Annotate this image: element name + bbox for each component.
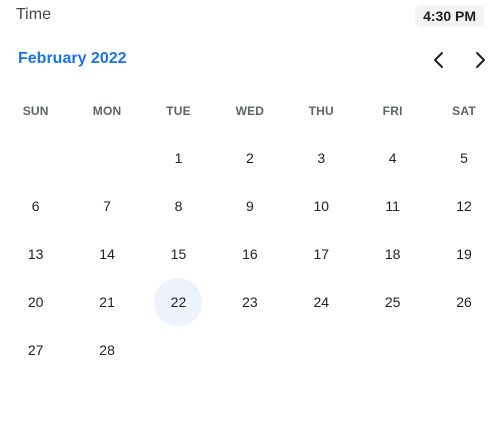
calendar-week-row: 6 7 8 9 10 11 12 (0, 182, 500, 230)
calendar-cell: 24 (286, 278, 357, 326)
calendar-week-row: 20 21 22 23 24 25 26 (0, 278, 500, 326)
calendar-cell: 22 (143, 278, 214, 326)
calendar-day[interactable]: 23 (226, 278, 274, 326)
weekday-label: MON (92, 104, 122, 118)
weekday-header-row: SUN MON TUE WED THU FRI SAT (0, 88, 500, 134)
calendar-day[interactable]: 27 (12, 326, 60, 374)
weekday-label: SAT (452, 104, 476, 118)
chevron-right-icon (476, 52, 485, 68)
calendar-cell (428, 326, 499, 374)
calendar-day[interactable]: 7 (83, 182, 131, 230)
calendar-cell (0, 134, 71, 182)
calendar-cell: 14 (71, 230, 142, 278)
calendar-cell: 1 (143, 134, 214, 182)
calendar-cell: 2 (214, 134, 285, 182)
calendar-day[interactable]: 25 (369, 278, 417, 326)
calendar-day[interactable]: 18 (369, 230, 417, 278)
calendar-day[interactable]: 8 (154, 182, 202, 230)
calendar-cell: 27 (0, 326, 71, 374)
calendar-day[interactable]: 6 (12, 182, 60, 230)
next-month-button[interactable] (466, 46, 494, 74)
calendar-day[interactable]: 4 (369, 134, 417, 182)
calendar-day[interactable]: 24 (297, 278, 345, 326)
calendar-day[interactable]: 14 (83, 230, 131, 278)
calendar-cell: 19 (428, 230, 499, 278)
calendar-day-highlighted[interactable]: 22 (154, 278, 203, 326)
chevron-left-icon (434, 52, 443, 68)
calendar-cell: 21 (71, 278, 142, 326)
calendar-cell: 6 (0, 182, 71, 230)
calendar-cell: 23 (214, 278, 285, 326)
calendar-week-row: 12345 (0, 134, 500, 182)
calendar-cell (286, 326, 357, 374)
calendar-cell: 4 (357, 134, 428, 182)
weekday-label: THU (308, 104, 334, 118)
calendar-cell: 8 (143, 182, 214, 230)
calendar-day[interactable]: 19 (440, 230, 488, 278)
weekday-label: WED (235, 104, 265, 118)
calendar-cell: 25 (357, 278, 428, 326)
calendar-week-row: 13 14 15 16 17 18 19 (0, 230, 500, 278)
calendar-cell: 11 (357, 182, 428, 230)
calendar-day[interactable]: 9 (226, 182, 274, 230)
weekday-label: SUN (22, 104, 49, 118)
calendar-cell: 16 (214, 230, 285, 278)
calendar-cell: 7 (71, 182, 142, 230)
calendar-weeks: 1 2 3 4 5 6 7 8 9 10 11 12 13 14 15 16 17 18 19 20 21 22 23 24 2… (0, 134, 500, 374)
calendar-day[interactable]: 28 (83, 326, 131, 374)
time-row: Time 4:30 PM (0, 0, 500, 32)
time-value-chip[interactable]: 4:30 PM (415, 5, 484, 27)
calendar-day[interactable]: 26 (440, 278, 488, 326)
calendar-day[interactable]: 12 (440, 182, 488, 230)
calendar-cell: 18 (357, 230, 428, 278)
month-title[interactable]: February 2022 (18, 50, 127, 68)
calendar-day[interactable]: 11 (369, 182, 417, 230)
calendar-cell: 12 (428, 182, 499, 230)
calendar-cell: 5 (428, 134, 499, 182)
weekday-label: FRI (382, 104, 403, 118)
calendar-day[interactable]: 13 (12, 230, 60, 278)
calendar-day[interactable]: 3 (297, 134, 345, 182)
calendar-day[interactable]: 5 (440, 134, 488, 182)
calendar-day[interactable]: 15 (154, 230, 202, 278)
calendar-week-row: 27 28 (0, 326, 500, 374)
calendar-cell: 13 (0, 230, 71, 278)
calendar-day[interactable]: 20 (12, 278, 60, 326)
calendar-cell: 9 (214, 182, 285, 230)
calendar-day[interactable]: 10 (297, 182, 345, 230)
calendar-grid: SUN MON TUE WED THU FRI SAT 1 2 3 4 5 6 7 8 9 10 1… (0, 88, 500, 374)
calendar-cell (71, 134, 142, 182)
calendar-cell: 17 (286, 230, 357, 278)
calendar-cell: 26 (428, 278, 499, 326)
calendar-day[interactable]: 2 (226, 134, 274, 182)
time-label: Time (16, 6, 51, 23)
weekday-label: TUE (166, 104, 191, 118)
month-header: February 2022 (0, 40, 500, 80)
calendar-cell (143, 326, 214, 374)
calendar-cell: 20 (0, 278, 71, 326)
previous-month-button[interactable] (425, 46, 453, 74)
calendar-cell: 28 (71, 326, 142, 374)
calendar-cell: 10 (286, 182, 357, 230)
calendar-day[interactable]: 21 (83, 278, 131, 326)
calendar-cell (214, 326, 285, 374)
calendar-cell: 15 (143, 230, 214, 278)
calendar-cell: 3 (286, 134, 357, 182)
calendar-day[interactable]: 17 (297, 230, 345, 278)
calendar-cell (357, 326, 428, 374)
calendar-day[interactable]: 1 (154, 134, 202, 182)
calendar-day[interactable]: 16 (226, 230, 274, 278)
